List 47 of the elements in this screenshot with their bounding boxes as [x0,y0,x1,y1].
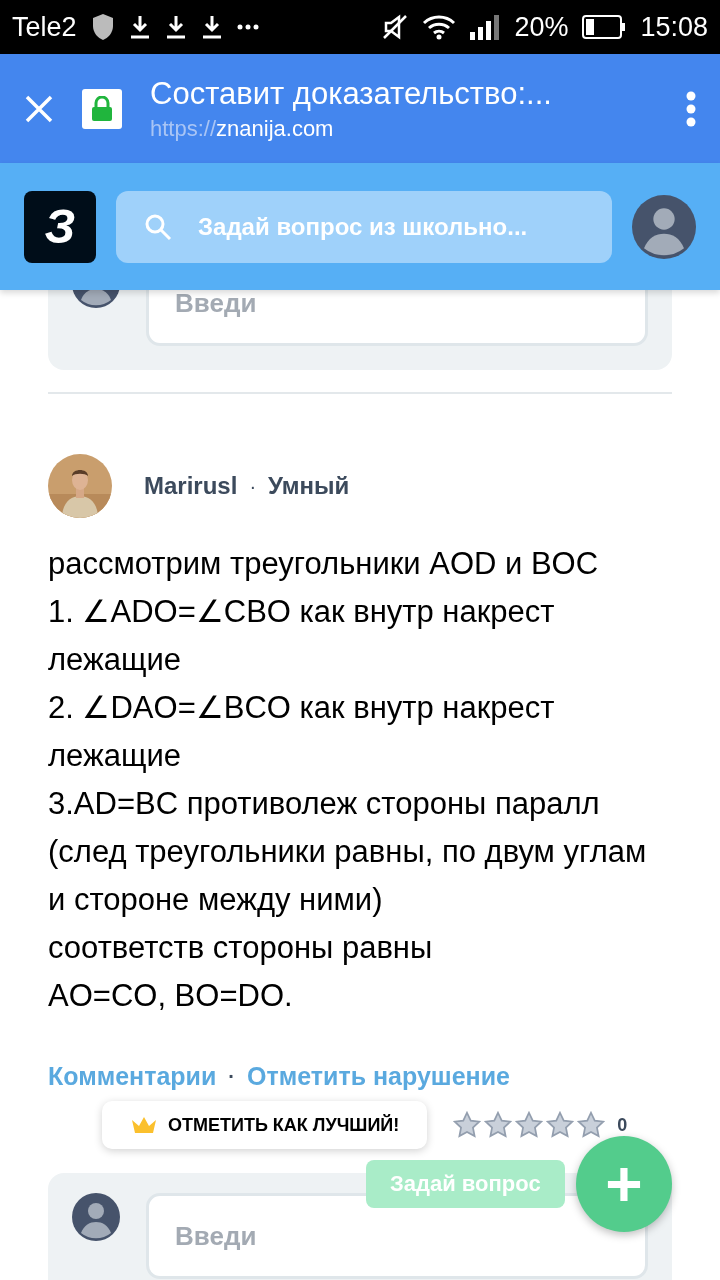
add-button[interactable]: + [576,1136,672,1232]
download-icon [200,14,223,40]
answer-text: 3.AD=BC противолеж стороны паралл [48,785,601,823]
page-url: https://znanija.com [150,115,335,142]
search-icon [144,212,172,241]
separator-dot: · [249,474,257,498]
answer-text: соответств стороны равны [48,929,434,967]
shield-icon [90,13,115,41]
more-icon [236,24,259,30]
search-input[interactable]: Задай вопрос из школьно... [196,211,584,242]
answer-text: (след треугольники равны, по двум углам и стороне между ними) [48,833,648,919]
page-title: Составит доказательство:... [150,75,553,112]
star-icon[interactable] [546,1111,575,1139]
lock-icon [82,88,122,129]
close-icon[interactable] [24,93,54,124]
author-rank: Умный [268,472,350,500]
star-icon[interactable] [515,1111,544,1139]
answer-text: рассмотрим треугольники AOD и BOC [48,545,600,583]
comment-field-frame[interactable]: Введи [146,290,648,346]
profile-avatar [632,194,696,259]
battery-percent: 20% [514,11,569,43]
menu-icon[interactable] [686,90,696,127]
crown-icon [130,1115,158,1135]
battery-icon [582,15,627,39]
carrier-name: Tele2 [12,11,77,43]
wifi-icon [422,14,457,40]
rating-count: 0 [617,1114,628,1136]
clock-time: 15:08 [640,11,708,43]
star-icon[interactable] [577,1111,606,1139]
download-icon [128,14,151,40]
separator-dot: · [228,1065,236,1088]
signal-icon [470,14,501,40]
answer-text: AO=CO, BO=DO. [48,977,294,1015]
user-avatar [72,1193,120,1241]
answer-text: 2. ∠DAO=∠BCO как внутр накрест лежащие [48,689,556,775]
author-name[interactable]: Marirusl [144,472,238,500]
star-icon[interactable] [484,1111,513,1139]
star-icon[interactable] [453,1111,482,1139]
answer-text: 1. ∠ADO=∠CBO как внутр накрест лежащие [48,593,556,679]
site-logo[interactable]: З [24,190,96,263]
ask-question-button[interactable]: Задай вопрос [366,1160,565,1208]
search-bar[interactable]: Задай вопрос из школьно... [116,190,612,263]
report-link[interactable]: Отметить нарушение [247,1062,510,1091]
mark-best-button[interactable]: ОТМЕТИТЬ КАК ЛУЧШИЙ! [102,1101,428,1149]
comments-link[interactable]: Комментарии [48,1062,217,1091]
download-icon [164,14,187,40]
mute-icon [382,14,409,40]
